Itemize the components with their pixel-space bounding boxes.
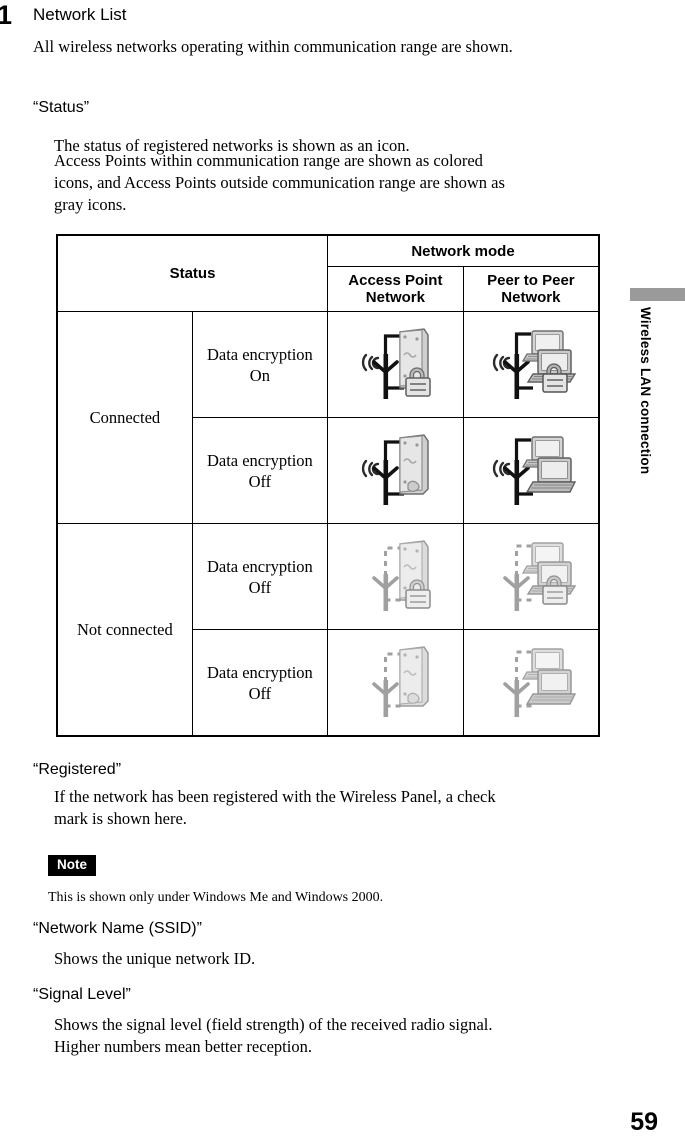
note-text: This is shown only under Windows Me and … <box>48 890 384 905</box>
status-line-2: Access Points within communication range… <box>54 151 483 170</box>
cell-icon-ap-disconnected-encrypted <box>327 523 464 630</box>
cell-icon-ap-connected-open <box>327 417 464 524</box>
table-head: Status Network mode Access Point Network… <box>56 234 600 312</box>
section-heading-registered: “Registered” <box>33 761 122 778</box>
note-badge: Note <box>48 855 96 876</box>
status-line-4: gray icons. <box>54 195 127 214</box>
intro-paragraph: All wireless networks operating within c… <box>33 37 513 56</box>
peer-to-peer-connected-encrypted-icon <box>492 329 577 399</box>
encryption-label-line1: Data encryption <box>206 450 313 470</box>
header-peer-to-peer-network: Peer to Peer Network <box>462 266 600 312</box>
access-point-disconnected-encrypted-icon <box>372 539 432 611</box>
side-tab-label: Wireless LAN connection <box>638 307 653 475</box>
network-status-table-wrapper: Status Network mode Access Point Network… <box>56 234 600 737</box>
cell-icon-ap-disconnected-open <box>327 629 464 737</box>
access-point-connected-encrypted-icon <box>362 327 432 399</box>
access-point-connected-open-icon <box>362 433 430 505</box>
page-title: Network List <box>33 5 127 24</box>
cell-icon-p2p-connected-encrypted <box>462 311 600 418</box>
cell-encryption-off-disconnected-2: Data encryption Off <box>191 629 329 737</box>
status-line-3: icons, and Access Points outside communi… <box>54 173 505 192</box>
section-heading-signal-level: “Signal Level” <box>33 986 131 1003</box>
encryption-label-line2: Off <box>248 471 272 491</box>
cell-icon-p2p-connected-open <box>462 417 600 524</box>
access-point-disconnected-open-icon <box>372 645 430 717</box>
encryption-label-line2: Off <box>248 683 272 703</box>
table-row: Not connected Data encryption Off <box>56 523 600 737</box>
table-row: Connected Data encryption On <box>56 311 600 524</box>
encryption-label-line1: Data encryption <box>206 344 313 364</box>
header-access-point-line2: Network <box>365 289 425 306</box>
side-tab-color-bar <box>630 288 685 301</box>
signal-level-line-1: Shows the signal level (field strength) … <box>54 1015 493 1034</box>
header-access-point-line1: Access Point <box>348 272 443 289</box>
table-body: Connected Data encryption On Data encryp… <box>56 311 600 737</box>
header-peer-to-peer-line1: Peer to Peer <box>487 272 575 289</box>
cell-icon-p2p-disconnected-encrypted <box>462 523 600 630</box>
header-network-mode: Network mode <box>327 234 600 267</box>
registered-line-2: mark is shown here. <box>54 809 187 828</box>
cell-encryption-off-disconnected-1: Data encryption Off <box>191 523 329 630</box>
cell-icon-ap-connected-encrypted <box>327 311 464 418</box>
registered-line-1: If the network has been registered with … <box>54 787 496 806</box>
peer-to-peer-disconnected-open-icon <box>503 647 577 717</box>
header-status: Status <box>56 234 328 312</box>
page-number: 59 <box>630 1108 658 1136</box>
cell-encryption-on: Data encryption On <box>191 311 329 418</box>
peer-to-peer-connected-open-icon <box>492 435 577 505</box>
cell-status-not-connected: Not connected <box>56 523 193 737</box>
cell-encryption-off: Data encryption Off <box>191 417 329 524</box>
table-header-row-1: Status Network mode <box>56 234 600 312</box>
network-status-table: Status Network mode Access Point Network… <box>56 234 600 737</box>
encryption-label-line2: On <box>249 365 270 385</box>
cell-status-connected: Connected <box>56 311 193 524</box>
signal-level-line-2: Higher numbers mean better reception. <box>54 1037 312 1056</box>
side-tab: Wireless LAN connection <box>628 288 685 588</box>
header-peer-to-peer-line2: Network <box>501 289 561 306</box>
encryption-label-line1: Data encryption <box>206 662 313 682</box>
encryption-label-line1: Data encryption <box>206 556 313 576</box>
ssid-line-1: Shows the unique network ID. <box>54 949 256 968</box>
peer-to-peer-disconnected-encrypted-icon <box>503 541 577 611</box>
cell-icon-p2p-disconnected-open <box>462 629 600 737</box>
header-access-point-network: Access Point Network <box>327 266 464 312</box>
step-number: 1 <box>0 0 13 30</box>
section-heading-status: “Status” <box>33 99 90 116</box>
section-heading-ssid: “Network Name (SSID)” <box>33 920 202 937</box>
encryption-label-line2: Off <box>248 577 272 597</box>
